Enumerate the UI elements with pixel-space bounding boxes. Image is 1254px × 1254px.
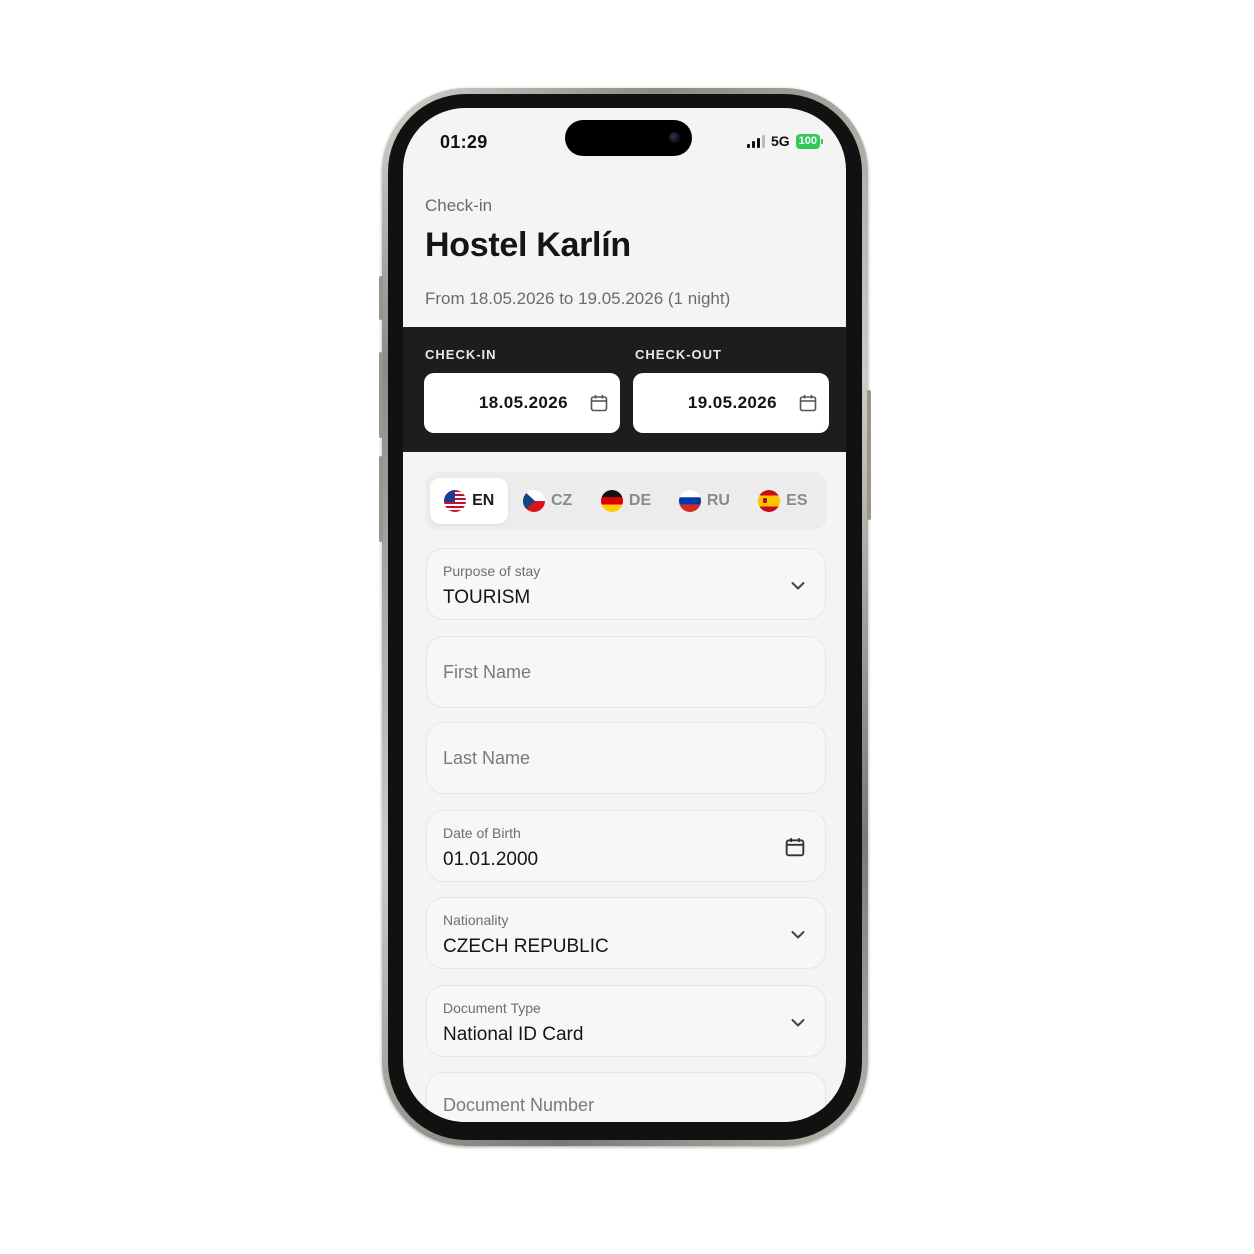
lang-code: ES — [786, 492, 808, 509]
field-value: National ID Card — [443, 1024, 584, 1045]
date-selector-band: CHECK-IN CHECK-OUT 18.05.2026 19.05.2026 — [403, 327, 846, 452]
battery-icon: 100 — [795, 133, 824, 149]
lang-code: DE — [628, 492, 652, 509]
language-selector: EN CZ DE RU ES — [425, 472, 827, 530]
last-name-field[interactable]: Last Name — [426, 722, 826, 794]
first-name-field[interactable]: First Name — [426, 636, 826, 708]
chevron-down-icon — [791, 578, 805, 596]
checkout-label: CHECK-OUT — [635, 347, 722, 362]
page-header: Check-in Hostel Karlín From 18.05.2026 t… — [425, 196, 730, 309]
lang-code: EN — [472, 492, 495, 509]
first-name-placeholder: First Name — [443, 662, 532, 682]
field-label: Purpose of stay — [443, 563, 541, 579]
volume-up-button — [379, 352, 383, 438]
de-flag-icon — [600, 490, 623, 512]
calendar-icon[interactable] — [785, 837, 805, 862]
document-number-placeholder: Document Number — [443, 1095, 595, 1115]
chevron-down-icon — [791, 927, 805, 945]
us-flag-icon — [444, 490, 467, 512]
document-type-select[interactable]: Document Type National ID Card — [426, 985, 826, 1057]
front-camera-icon — [669, 132, 680, 143]
purpose-of-stay-select[interactable]: Purpose of stay TOURISM — [426, 548, 826, 620]
phone-screen: 01:29 5G 100 Check-in Hostel Karlín From… — [403, 108, 846, 1122]
chevron-down-icon — [791, 1015, 805, 1033]
ru-flag-icon — [678, 490, 701, 512]
nationality-select[interactable]: Nationality CZECH REPUBLIC — [426, 897, 826, 969]
field-label: Date of Birth — [443, 825, 521, 841]
checkout-date-value: 19.05.2026 — [687, 393, 777, 412]
dynamic-island — [565, 120, 692, 156]
es-flag-icon — [758, 490, 781, 512]
lang-option-ru[interactable]: RU — [665, 478, 743, 524]
lang-code: RU — [706, 492, 730, 509]
lang-option-es[interactable]: ES — [744, 478, 822, 524]
lang-option-cz[interactable]: CZ — [508, 478, 586, 524]
page-kicker: Check-in — [425, 196, 493, 215]
status-time: 01:29 — [440, 132, 488, 152]
checkin-date-value: 18.05.2026 — [478, 393, 568, 412]
power-button — [867, 390, 871, 520]
calendar-icon[interactable] — [799, 394, 817, 412]
checkin-label: CHECK-IN — [425, 347, 497, 362]
stay-date-range: From 18.05.2026 to 19.05.2026 (1 night) — [425, 289, 731, 308]
document-number-field[interactable]: Document Number — [426, 1072, 826, 1122]
last-name-placeholder: Last Name — [443, 748, 531, 768]
signal-icon — [746, 134, 765, 148]
checkin-date-field[interactable]: 18.05.2026 — [424, 373, 620, 433]
calendar-icon[interactable] — [590, 394, 608, 412]
field-label: Document Type — [443, 1000, 541, 1016]
date-of-birth-field[interactable]: Date of Birth 01.01.2000 — [426, 810, 826, 882]
lang-option-de[interactable]: DE — [587, 478, 665, 524]
lang-option-en[interactable]: EN — [430, 478, 509, 524]
field-value: CZECH REPUBLIC — [443, 936, 609, 957]
cz-flag-icon — [522, 490, 545, 512]
field-value: 01.01.2000 — [443, 849, 539, 870]
lang-code: CZ — [550, 492, 573, 509]
field-label: Nationality — [443, 912, 509, 928]
field-value: TOURISM — [443, 587, 531, 608]
action-button — [379, 276, 383, 320]
checkout-date-field[interactable]: 19.05.2026 — [633, 373, 829, 433]
volume-down-button — [379, 456, 383, 542]
status-indicators: 5G 100 — [746, 133, 824, 149]
page-title: Hostel Karlín — [425, 226, 631, 264]
network-type: 5G — [770, 133, 790, 149]
